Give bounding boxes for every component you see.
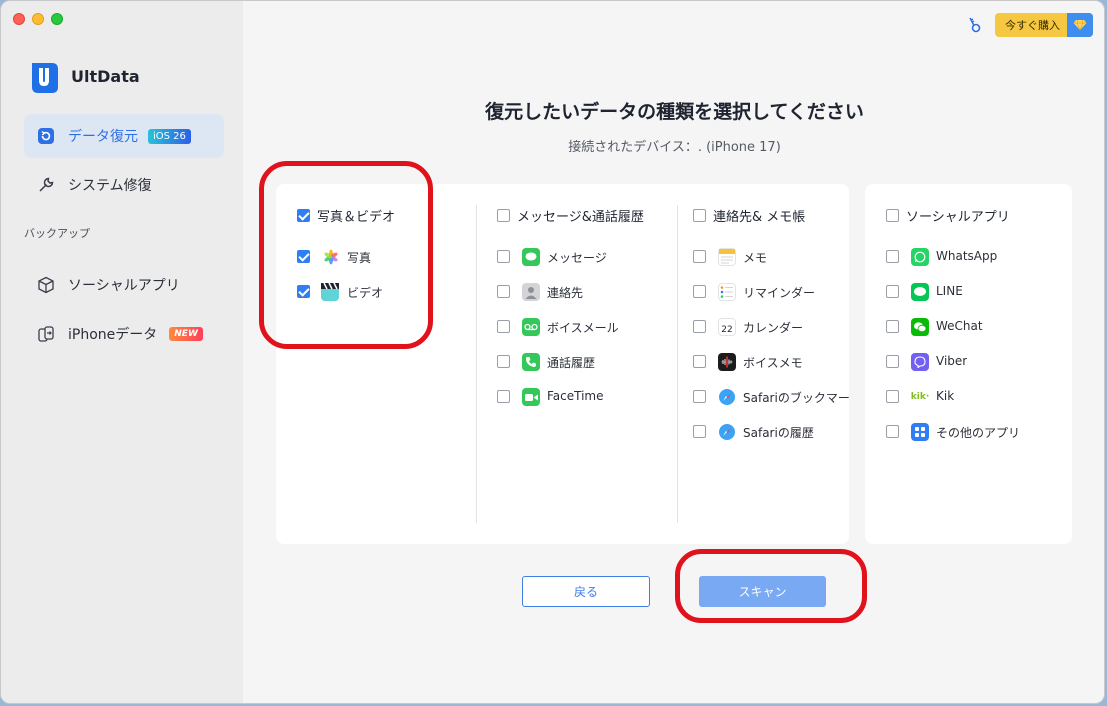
item-label-voice-memos: ボイスメモ	[743, 356, 803, 370]
buy-now-label: 今すぐ購入	[1005, 19, 1060, 32]
item-label-whatsapp: WhatsApp	[936, 249, 998, 263]
item-checkbox-viber[interactable]	[886, 355, 899, 368]
item-checkbox-reminders[interactable]	[693, 285, 706, 298]
scan-button[interactable]: スキャン	[699, 576, 826, 607]
page-title: 復元したいデータの種類を選択してください	[485, 101, 864, 123]
item-label-wechat: WeChat	[936, 319, 983, 333]
sidebar-item-social-apps[interactable]: ソーシャルアプリ	[24, 263, 224, 307]
ultdata-logo-icon	[32, 63, 58, 93]
voicemail-icon	[522, 318, 540, 336]
item-checkbox-facetime[interactable]	[497, 390, 510, 403]
line-icon	[911, 283, 929, 301]
category-label: ソーシャルアプリ	[906, 210, 1010, 225]
sidebar-item-label: データ復元	[68, 129, 138, 145]
notes-icon	[718, 248, 736, 266]
kik-icon: kik·	[910, 392, 930, 402]
category-label: 写真＆ビデオ	[317, 210, 396, 225]
item-checkbox-calendar[interactable]	[693, 320, 706, 333]
item-label-safari-history: Safariの履歴	[743, 426, 814, 440]
sidebar-item-label: iPhoneデータ	[68, 327, 158, 343]
category-checkbox-contacts-notes[interactable]	[693, 209, 706, 222]
item-label-video: ビデオ	[347, 286, 384, 300]
item-label-kik: Kik	[936, 389, 955, 403]
item-checkbox-messages[interactable]	[497, 250, 510, 263]
item-checkbox-whatsapp[interactable]	[886, 250, 899, 263]
category-checkbox-messages-calls[interactable]	[497, 209, 510, 222]
sidebar-item-label: システム修復	[68, 178, 152, 194]
column-divider	[677, 205, 678, 523]
item-label-viber: Viber	[936, 354, 968, 368]
zoom-window-button[interactable]	[51, 13, 63, 25]
item-label-reminders: リマインダー	[743, 286, 816, 300]
facetime-icon	[522, 388, 540, 406]
item-label-calendar: カレンダー	[743, 321, 804, 335]
item-label-call-history: 通話履歴	[547, 356, 596, 370]
reminders-icon	[718, 283, 736, 301]
item-checkbox-wechat[interactable]	[886, 320, 899, 333]
item-checkbox-notes[interactable]	[693, 250, 706, 263]
item-checkbox-line[interactable]	[886, 285, 899, 298]
item-label-voicemail: ボイスメール	[547, 321, 619, 335]
sidebar-item-system-repair[interactable]: システム修復	[24, 163, 224, 207]
safari-icon	[718, 388, 736, 406]
diamond-icon	[1067, 13, 1093, 37]
item-label-notes: メモ	[743, 251, 768, 265]
restore-icon	[36, 126, 56, 146]
sidebar-item-label: ソーシャルアプリ	[68, 278, 180, 294]
item-label-messages: メッセージ	[547, 251, 607, 265]
close-window-button[interactable]	[13, 13, 25, 25]
sync-phones-icon	[36, 324, 56, 344]
key-icon[interactable]	[967, 16, 981, 34]
item-label-photos: 写真	[347, 251, 372, 265]
item-checkbox-video[interactable]	[297, 285, 310, 298]
app-window: UltData データ復元 iOS 26 システム修復 バックアップ ソーシャル…	[0, 0, 1105, 704]
sidebar-item-iphone-data[interactable]: iPhoneデータ NEW	[24, 312, 224, 356]
item-checkbox-kik[interactable]	[886, 390, 899, 403]
item-checkbox-voicemail[interactable]	[497, 320, 510, 333]
item-checkbox-call-history[interactable]	[497, 355, 510, 368]
contacts-icon	[522, 283, 540, 301]
wechat-icon	[911, 318, 929, 336]
item-checkbox-voice-memos[interactable]	[693, 355, 706, 368]
other-apps-icon	[911, 423, 929, 441]
new-badge: NEW	[169, 327, 203, 341]
back-button[interactable]: 戻る	[522, 576, 650, 607]
photos-icon	[322, 248, 340, 266]
item-checkbox-other-apps[interactable]	[886, 425, 899, 438]
item-checkbox-safari-bookmarks[interactable]	[693, 390, 706, 403]
sidebar: UltData データ復元 iOS 26 システム修復 バックアップ ソーシャル…	[1, 1, 243, 703]
buy-now-button[interactable]: 今すぐ購入	[995, 13, 1093, 37]
messages-icon	[522, 248, 540, 266]
item-checkbox-contacts[interactable]	[497, 285, 510, 298]
item-checkbox-safari-history[interactable]	[693, 425, 706, 438]
phone-icon	[522, 353, 540, 371]
category-label: メッセージ&通話履歴	[517, 210, 644, 225]
ios-version-badge: iOS 26	[148, 128, 191, 144]
viber-icon	[911, 353, 929, 371]
app-brand: UltData	[71, 67, 140, 86]
category-label: 連絡先& メモ帳	[713, 210, 806, 225]
column-divider	[476, 205, 477, 523]
backup-section-label: バックアップ	[24, 227, 90, 240]
item-label-contacts: 連絡先	[547, 286, 584, 300]
cube-icon	[36, 275, 56, 295]
item-checkbox-photos[interactable]	[297, 250, 310, 263]
minimize-window-button[interactable]	[32, 13, 44, 25]
category-checkbox-photos-video[interactable]	[297, 209, 310, 222]
item-label-facetime: FaceTime	[547, 389, 604, 403]
voice-memo-icon	[718, 353, 736, 371]
sidebar-item-data-recovery[interactable]: データ復元 iOS 26	[24, 114, 224, 158]
item-label-other-apps: その他のアプリ	[936, 426, 1021, 440]
calendar-icon: 22	[718, 318, 736, 336]
device-subtitle: 接続されたデバイス：. (iPhone 17)	[568, 140, 781, 155]
video-clapper-icon	[321, 283, 339, 301]
whatsapp-icon	[911, 248, 929, 266]
safari-icon	[718, 423, 736, 441]
category-checkbox-social-apps[interactable]	[886, 209, 899, 222]
item-label-safari-bookmarks: Safariのブックマーク	[743, 391, 849, 405]
item-label-line: LINE	[936, 284, 963, 298]
wrench-icon	[36, 175, 56, 195]
